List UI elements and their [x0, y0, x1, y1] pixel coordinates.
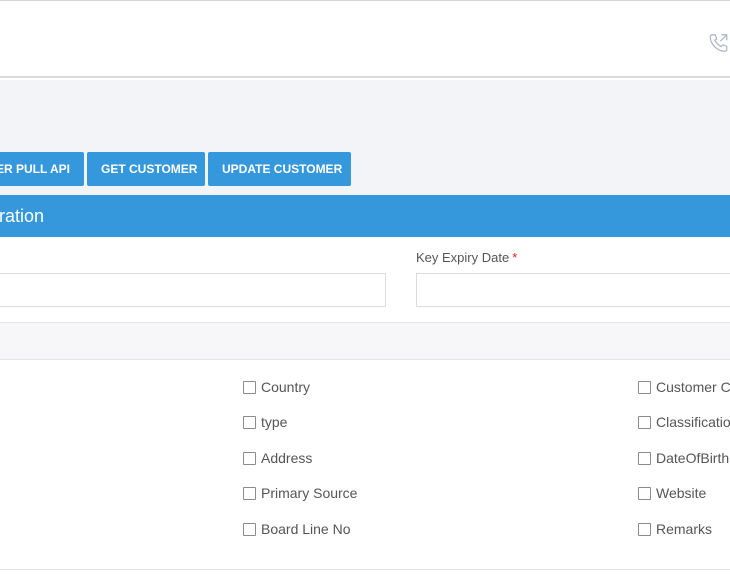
- checkbox-classification-box[interactable]: [638, 415, 651, 429]
- phone-icon[interactable]: [707, 32, 730, 54]
- checkbox-date-of-birth-box[interactable]: [638, 451, 651, 465]
- panel-header: ration: [0, 195, 730, 237]
- checkbox-primary-source[interactable]: Primary Source: [243, 484, 357, 502]
- required-marker: *: [512, 250, 518, 265]
- checkbox-board-line-no-label: Board Line No: [261, 521, 351, 537]
- key-expiry-date-input[interactable]: [416, 273, 730, 307]
- checkbox-remarks-box[interactable]: [638, 522, 651, 536]
- key-field-input[interactable]: [0, 273, 386, 307]
- key-expiry-date-label: Key Expiry Date *: [416, 250, 517, 265]
- checkbox-website-label: Website: [656, 485, 707, 501]
- checkbox-type-label: type: [261, 414, 288, 430]
- key-expiry-date-label-text: Key Expiry Date: [416, 250, 510, 265]
- get-customer-button[interactable]: GET CUSTOMER: [87, 152, 205, 186]
- checkbox-remarks[interactable]: Remarks: [638, 520, 712, 538]
- fields-section-header: [0, 322, 730, 360]
- checkbox-classification[interactable]: Classificatio: [638, 413, 730, 431]
- checkbox-primary-source-box[interactable]: [243, 486, 256, 500]
- checkbox-customer-c[interactable]: Customer C: [638, 378, 730, 396]
- checkbox-date-of-birth-label: DateOfBirth: [656, 450, 730, 466]
- customer-pull-api-button[interactable]: ER PULL API: [0, 152, 84, 186]
- checkbox-country[interactable]: Country: [243, 378, 310, 396]
- checkbox-address-label: Address: [261, 450, 313, 466]
- update-customer-button[interactable]: UPDATE CUSTOMER: [208, 152, 351, 186]
- checkbox-customer-c-box[interactable]: [638, 380, 651, 394]
- checkbox-country-label: Country: [261, 379, 311, 395]
- checkbox-date-of-birth[interactable]: DateOfBirth: [638, 449, 729, 467]
- panel-title: ration: [0, 206, 45, 226]
- checkbox-address[interactable]: Address: [243, 449, 312, 467]
- configuration-panel: ration Key Expiry Date * Country type Add…: [0, 195, 730, 583]
- panel-bottom-divider: [0, 569, 730, 570]
- checkbox-primary-source-label: Primary Source: [261, 485, 358, 501]
- checkbox-classification-label: Classificatio: [656, 414, 730, 430]
- checkbox-board-line-no[interactable]: Board Line No: [243, 520, 351, 538]
- checkbox-address-box[interactable]: [243, 451, 256, 465]
- checkbox-website-box[interactable]: [638, 486, 651, 500]
- checkbox-type[interactable]: type: [243, 413, 287, 431]
- checkbox-customer-c-label: Customer C: [656, 379, 730, 395]
- checkbox-remarks-label: Remarks: [656, 521, 713, 537]
- checkbox-type-box[interactable]: [243, 415, 256, 429]
- checkbox-board-line-no-box[interactable]: [243, 522, 256, 536]
- checkbox-website[interactable]: Website: [638, 484, 706, 502]
- checkbox-country-box[interactable]: [243, 380, 256, 394]
- top-header: [0, 0, 730, 78]
